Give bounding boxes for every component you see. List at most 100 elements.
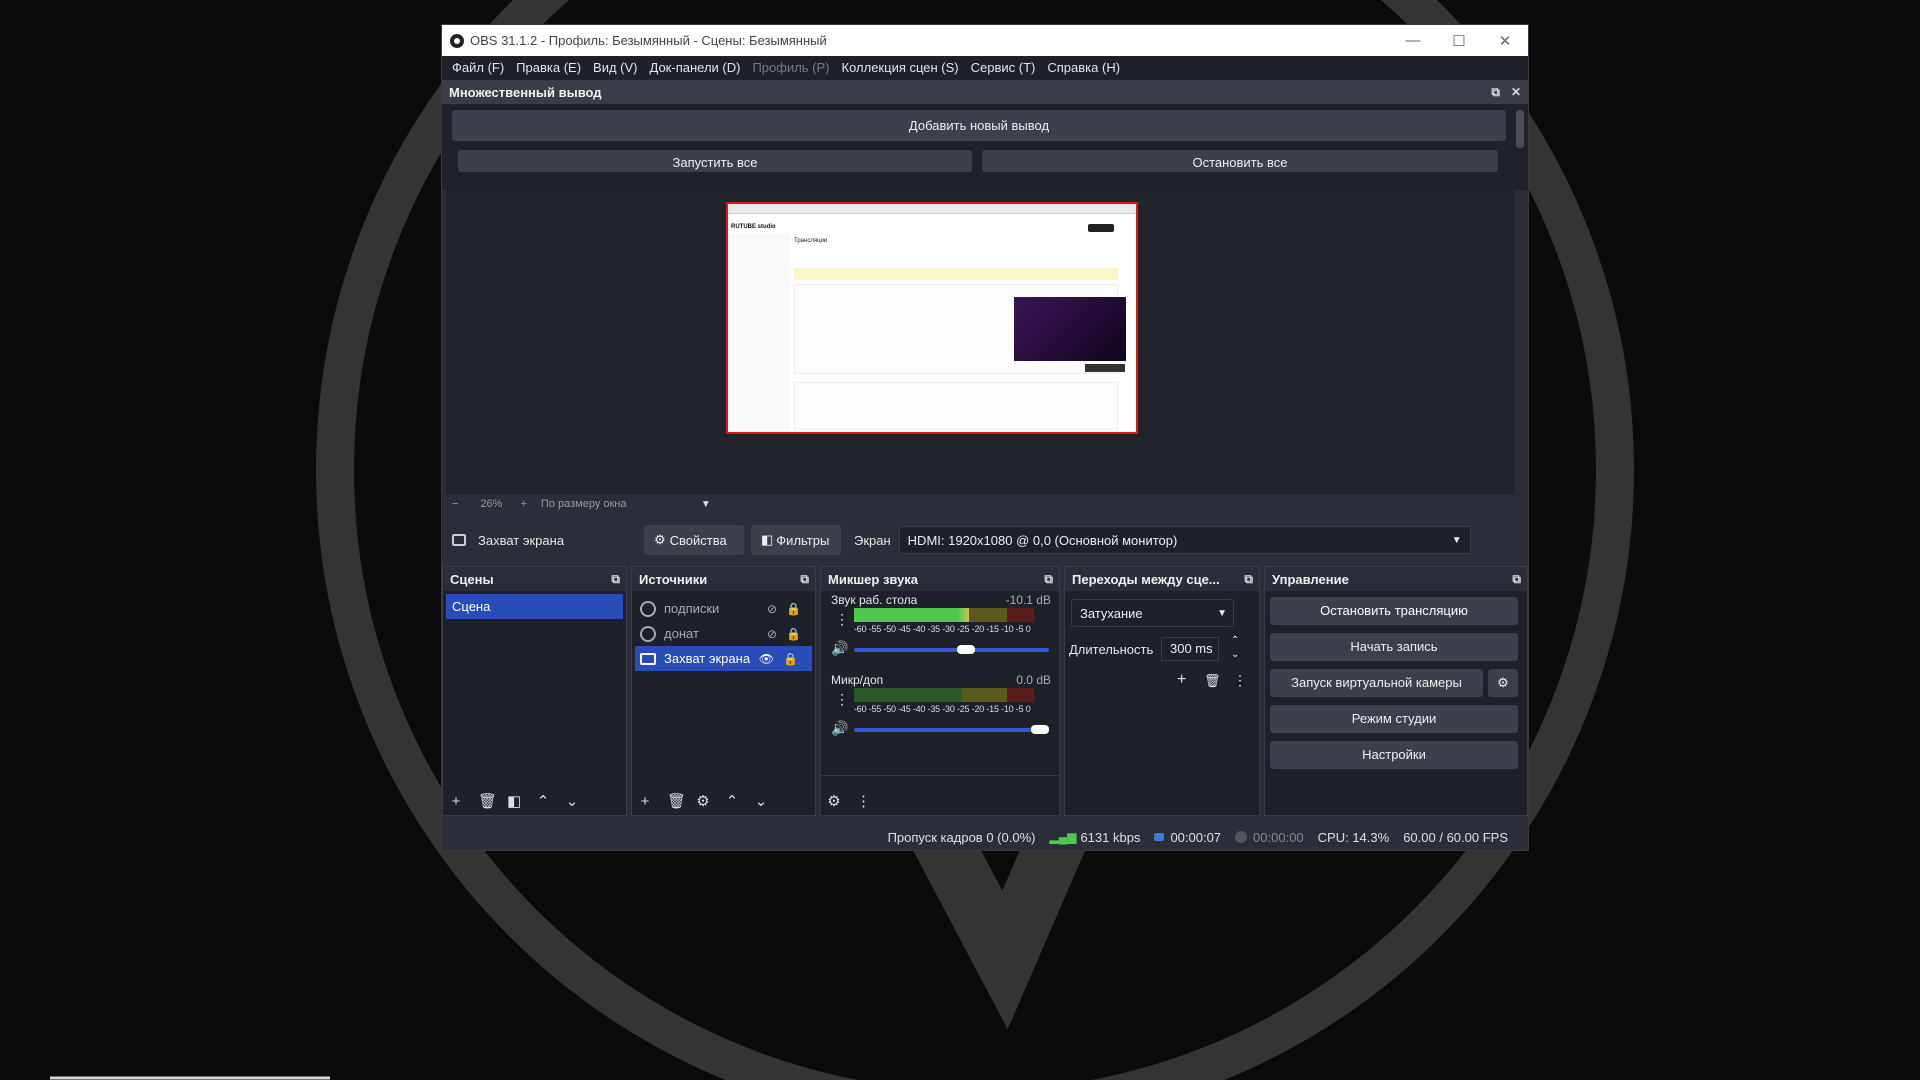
source-label: Захват экрана bbox=[664, 651, 751, 666]
menu-scene-collection[interactable]: Коллекция сцен (S) bbox=[836, 56, 965, 80]
remove-source-icon[interactable]: 🗑 bbox=[667, 792, 686, 810]
zoom-level: 26% bbox=[480, 498, 503, 510]
chevron-down-icon[interactable]: ▼ bbox=[701, 499, 711, 510]
menu-profile[interactable]: Профиль (P) bbox=[746, 56, 835, 80]
eye-icon[interactable]: 👁 bbox=[759, 652, 774, 666]
virtual-camera-settings-button[interactable]: ⚙ bbox=[1488, 669, 1518, 697]
source-item-subscriptions[interactable]: подписки ⊘ 🔒 bbox=[632, 596, 815, 621]
transition-select-value: Затухание bbox=[1080, 605, 1143, 621]
kebab-menu-icon[interactable]: ⋮ bbox=[835, 611, 849, 628]
kebab-menu-icon[interactable]: ⋮ bbox=[835, 691, 849, 708]
studio-mode-button[interactable]: Режим студии bbox=[1270, 705, 1518, 733]
menu-bar: Файл (F) Правка (E) Вид (V) Док-панели (… bbox=[442, 56, 1528, 80]
meter-fill bbox=[854, 608, 970, 622]
transitions-dock: Переходы между сце... ⧉ Затухание ▼ Длите… bbox=[1064, 566, 1260, 816]
zoom-out-button[interactable]: − bbox=[452, 498, 458, 510]
scene-filters-icon[interactable]: ◧ bbox=[507, 792, 521, 810]
obs-logo-icon bbox=[450, 33, 464, 48]
remove-transition-icon[interactable]: 🗑 bbox=[1204, 673, 1221, 689]
add-transition-icon[interactable]: + bbox=[1177, 671, 1186, 689]
add-source-icon[interactable]: + bbox=[638, 793, 652, 810]
move-down-icon[interactable]: ⌄ bbox=[565, 792, 579, 810]
undock-icon[interactable]: ⧉ bbox=[1512, 572, 1521, 587]
menu-help[interactable]: Справка (H) bbox=[1041, 56, 1126, 80]
preview-canvas[interactable]: RUTUBE studio Трансляции bbox=[446, 190, 1514, 494]
undock-icon[interactable]: ⧉ bbox=[611, 572, 620, 587]
spin-up-icon[interactable]: ⌃ bbox=[1231, 635, 1239, 646]
speaker-icon[interactable]: 🔊 bbox=[831, 720, 848, 737]
source-item-donation[interactable]: донат ⊘ 🔒 bbox=[632, 621, 815, 646]
level-meter bbox=[854, 688, 1034, 702]
mixer-channel-desktop: Звук раб. стола -10.1 dB ⋮ -60 -55 -50 -… bbox=[821, 593, 1059, 669]
start-virtual-camera-button[interactable]: Запуск виртуальной камеры bbox=[1270, 669, 1483, 697]
volume-slider[interactable] bbox=[854, 725, 1049, 734]
source-item-screen-capture[interactable]: Захват экрана 👁 🔒 bbox=[635, 646, 812, 671]
settings-button[interactable]: Настройки bbox=[1270, 741, 1518, 769]
record-time: 00:00:00 bbox=[1253, 829, 1304, 845]
cpu-usage: CPU: 14.3% bbox=[1317, 829, 1390, 845]
fit-mode-select[interactable]: По размеру окна bbox=[541, 498, 701, 510]
minimize-button[interactable]: — bbox=[1390, 25, 1436, 56]
sources-footer: + 🗑 ⚙ ⌃ ⌄ bbox=[632, 787, 815, 815]
fps: 60.00 / 60.00 FPS bbox=[1403, 829, 1508, 845]
close-button[interactable]: ✕ bbox=[1482, 25, 1528, 56]
transition-select[interactable]: Затухание ▼ bbox=[1071, 599, 1234, 627]
add-output-button[interactable]: Добавить новый вывод bbox=[452, 110, 1506, 141]
scrollbar[interactable] bbox=[1516, 110, 1524, 148]
menu-edit[interactable]: Правка (E) bbox=[510, 56, 587, 80]
volume-slider[interactable] bbox=[854, 645, 1049, 654]
stop-all-button[interactable]: Остановить все bbox=[982, 150, 1498, 172]
start-all-button[interactable]: Запустить все bbox=[458, 150, 972, 172]
undock-icon[interactable]: ⧉ bbox=[1244, 572, 1253, 587]
spin-down-icon[interactable]: ⌄ bbox=[1231, 649, 1239, 660]
channel-db: 0.0 dB bbox=[1016, 673, 1051, 687]
scene-item[interactable]: Сцена bbox=[446, 594, 623, 619]
source-settings-icon[interactable]: ⚙ bbox=[696, 792, 710, 810]
duration-spinbox[interactable]: 300 ms bbox=[1161, 637, 1219, 661]
transitions-header: Переходы между сце... ⧉ bbox=[1065, 567, 1259, 591]
eye-hidden-icon[interactable]: ⊘ bbox=[767, 627, 777, 641]
filters-button[interactable]: ◧ Фильтры bbox=[751, 525, 841, 555]
kebab-menu-icon[interactable]: ⋮ bbox=[856, 792, 871, 810]
menu-file[interactable]: Файл (F) bbox=[446, 56, 510, 80]
properties-button[interactable]: ⚙ Свойства bbox=[644, 525, 744, 555]
menu-tools[interactable]: Сервис (T) bbox=[965, 56, 1042, 80]
undock-icon[interactable]: ⧉ bbox=[1491, 85, 1500, 100]
window-title: OBS 31.1.2 - Профиль: Безымянный - Сцены… bbox=[470, 33, 827, 48]
maximize-button[interactable]: ☐ bbox=[1436, 25, 1482, 56]
sources-dock: Источники ⧉ подписки ⊘ 🔒 донат ⊘ 🔒 Захват… bbox=[631, 566, 816, 816]
speaker-icon[interactable]: 🔊 bbox=[831, 640, 848, 657]
volume-slider-knob[interactable] bbox=[956, 645, 975, 654]
undock-icon[interactable]: ⧉ bbox=[1044, 572, 1053, 587]
scenes-header: Сцены ⧉ bbox=[443, 567, 626, 591]
lock-icon[interactable]: 🔒 bbox=[786, 627, 801, 641]
add-scene-icon[interactable]: + bbox=[449, 793, 463, 810]
screen-label: Экран bbox=[854, 532, 891, 548]
gear-icon: ⚙ bbox=[1497, 675, 1509, 690]
eye-hidden-icon[interactable]: ⊘ bbox=[767, 602, 777, 616]
menu-view[interactable]: Вид (V) bbox=[587, 56, 643, 80]
filter-icon: ◧ bbox=[761, 532, 774, 547]
move-up-icon[interactable]: ⌃ bbox=[725, 792, 739, 810]
move-down-icon[interactable]: ⌄ bbox=[754, 792, 768, 810]
monitor-icon bbox=[452, 534, 466, 546]
remove-scene-icon[interactable]: 🗑 bbox=[478, 792, 497, 810]
channel-name: Микр/доп bbox=[831, 673, 884, 687]
channel-name: Звук раб. стола bbox=[831, 593, 918, 607]
stream-indicator-icon bbox=[1154, 833, 1165, 841]
start-recording-button[interactable]: Начать запись bbox=[1270, 633, 1518, 661]
browser-source-icon bbox=[640, 625, 656, 642]
source-label: подписки bbox=[664, 601, 720, 616]
stop-streaming-button[interactable]: Остановить трансляцию bbox=[1270, 597, 1518, 625]
move-up-icon[interactable]: ⌃ bbox=[536, 792, 550, 810]
lock-icon[interactable]: 🔒 bbox=[786, 602, 801, 616]
advanced-audio-icon[interactable]: ⚙ bbox=[827, 792, 841, 810]
kebab-menu-icon[interactable]: ⋮ bbox=[1233, 672, 1247, 689]
zoom-in-button[interactable]: + bbox=[520, 498, 526, 510]
close-dock-icon[interactable]: ✕ bbox=[1511, 85, 1521, 99]
undock-icon[interactable]: ⧉ bbox=[800, 572, 809, 587]
menu-docks[interactable]: Док-панели (D) bbox=[644, 56, 747, 80]
volume-slider-knob[interactable] bbox=[1031, 725, 1049, 734]
screen-select[interactable]: HDMI: 1920x1080 @ 0,0 (Основной монитор)… bbox=[898, 526, 1471, 554]
lock-icon[interactable]: 🔒 bbox=[783, 652, 798, 666]
